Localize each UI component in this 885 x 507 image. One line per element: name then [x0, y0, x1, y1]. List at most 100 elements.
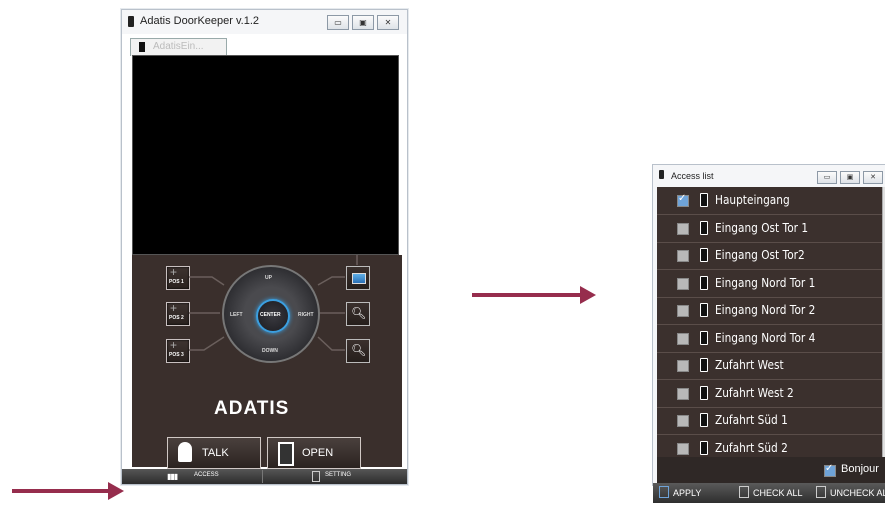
dpad-center-button[interactable]: CENTER [256, 299, 290, 333]
talk-label: TALK [202, 447, 229, 459]
list-item[interactable]: Eingang Ost Tor 1 [657, 215, 882, 243]
uncheck-all-button[interactable]: UNCHECK ALL [816, 486, 885, 498]
video-view [132, 55, 399, 255]
item-checkbox[interactable] [677, 387, 689, 400]
app-icon [659, 170, 664, 179]
access-list: Haupteingang Eingang Ost Tor 1 Eingang Ost… [657, 187, 882, 457]
dpad-center-label: CENTER [260, 312, 281, 318]
door-station-icon [700, 440, 708, 455]
arrow-to-access-list [472, 286, 596, 304]
device-icon [139, 42, 145, 52]
setting-tab-label: SETTING [325, 472, 352, 478]
doorkeeper-window: Adatis DoorKeeper v.1.2 ▭ ▣ ✕ AdatisEin.… [121, 9, 408, 485]
zoom-out-button[interactable]: 🔍︎ [346, 339, 370, 363]
minimize-button[interactable]: ▭ [327, 15, 349, 30]
door-station-icon [700, 193, 708, 207]
item-label: Eingang Ost Tor 1 [715, 220, 809, 235]
snapshot-button[interactable] [346, 266, 370, 290]
list-item[interactable]: Zufahrt Süd 1 [657, 407, 882, 435]
access-titlebar[interactable]: Access list ▭ ▣ ✕ [653, 165, 885, 187]
ptz-dpad: UP DOWN LEFT RIGHT CENTER [222, 265, 320, 363]
item-checkbox[interactable] [677, 415, 689, 427]
item-checkbox[interactable] [677, 360, 689, 372]
door-station-icon [700, 248, 708, 262]
item-label: Eingang Ost Tor2 [715, 248, 805, 262]
screen-icon [352, 273, 366, 284]
access-icon: ▮▮▮ [167, 472, 178, 481]
item-label: Haupteingang [715, 193, 790, 207]
bonjour-label: Bonjour [841, 463, 879, 475]
zoom-in-button[interactable]: 🔍︎ [346, 302, 370, 326]
uncheck-all-label: UNCHECK ALL [830, 488, 885, 498]
item-label: Zufahrt Süd 2 [715, 440, 788, 455]
magnifier-icon: 🔍︎ [351, 343, 367, 357]
dpad-left[interactable]: LEFT [230, 312, 243, 318]
item-checkbox[interactable] [677, 193, 689, 207]
maximize-button[interactable]: ▣ [840, 171, 860, 184]
door-station-icon [700, 220, 708, 235]
item-checkbox[interactable] [677, 222, 689, 235]
dpad-up[interactable]: UP [265, 275, 272, 281]
item-checkbox[interactable] [677, 250, 689, 262]
apply-button[interactable]: APPLY [659, 486, 701, 498]
item-checkbox[interactable] [677, 332, 689, 345]
list-item[interactable]: Zufahrt West [657, 352, 882, 380]
list-item[interactable]: Eingang Nord Tor 4 [657, 325, 882, 353]
item-label: Eingang Nord Tor 2 [715, 303, 816, 317]
door-station-icon [700, 303, 708, 317]
open-label: OPEN [302, 447, 334, 459]
list-item[interactable]: Eingang Ost Tor2 [657, 242, 882, 270]
tab-device[interactable]: AdatisEin... [130, 38, 227, 56]
item-checkbox[interactable] [677, 442, 689, 455]
check-all-button[interactable]: CHECK ALL [739, 486, 803, 498]
person-icon [178, 442, 192, 462]
bonjour-checkbox[interactable] [824, 463, 836, 477]
options-footer: Bonjour [657, 457, 885, 483]
list-item[interactable]: Eingang Nord Tor 2 [657, 297, 882, 325]
maximize-button[interactable]: ▣ [352, 15, 374, 30]
item-checkbox[interactable] [677, 305, 689, 317]
door-station-icon [700, 330, 708, 345]
door-station-icon [700, 413, 708, 427]
magnifier-icon: 🔍︎ [351, 306, 367, 320]
open-button[interactable]: OPEN [267, 437, 361, 469]
bottom-nav: ▮▮▮ ACCESS SETTING [122, 469, 407, 484]
dpad-down[interactable]: DOWN [262, 348, 278, 354]
adatis-logo: ADATIS [214, 398, 290, 419]
access-window-title: Access list [671, 171, 714, 181]
close-button[interactable]: ✕ [863, 171, 883, 184]
item-label: Eingang Nord Tor 1 [715, 275, 816, 290]
box-icon [739, 486, 749, 498]
access-list-window: Access list ▭ ▣ ✕ Haupteingang Eingang Os… [652, 164, 885, 503]
control-panel: + POS 1 + POS 2 + POS 3 UP DOWN LEFT RIG… [132, 255, 402, 469]
minimize-button[interactable]: ▭ [817, 171, 837, 184]
check-icon [659, 486, 669, 498]
item-label: Eingang Nord Tor 4 [715, 330, 816, 345]
talk-button[interactable]: TALK [167, 437, 261, 469]
list-item[interactable]: Zufahrt Süd 2 [657, 435, 882, 458]
item-checkbox[interactable] [677, 277, 689, 290]
list-item[interactable]: Haupteingang [657, 187, 882, 215]
list-item[interactable]: Eingang Nord Tor 1 [657, 270, 882, 298]
box-icon [816, 486, 826, 498]
list-item[interactable]: Zufahrt West 2 [657, 380, 882, 408]
check-all-label: CHECK ALL [753, 488, 803, 498]
doorkeeper-titlebar[interactable]: Adatis DoorKeeper v.1.2 ▭ ▣ ✕ [122, 10, 407, 34]
item-label: Zufahrt West 2 [715, 385, 794, 400]
access-tab-label: ACCESS [194, 472, 219, 478]
tab-label: AdatisEin... [153, 41, 204, 52]
setting-tab[interactable]: SETTING [263, 469, 407, 484]
close-button[interactable]: ✕ [377, 15, 399, 30]
arrow-to-access-tab [12, 482, 124, 500]
door-station-icon [700, 275, 708, 290]
item-label: Zufahrt Süd 1 [715, 413, 788, 427]
apply-label: APPLY [673, 488, 702, 498]
item-label: Zufahrt West [715, 358, 784, 372]
door-station-icon [700, 385, 708, 400]
dpad-right[interactable]: RIGHT [298, 312, 314, 318]
window-title: Adatis DoorKeeper v.1.2 [140, 15, 260, 27]
door-station-icon [700, 358, 708, 372]
door-icon [278, 442, 294, 466]
access-tab[interactable]: ▮▮▮ ACCESS [122, 469, 262, 484]
app-icon [128, 16, 134, 27]
